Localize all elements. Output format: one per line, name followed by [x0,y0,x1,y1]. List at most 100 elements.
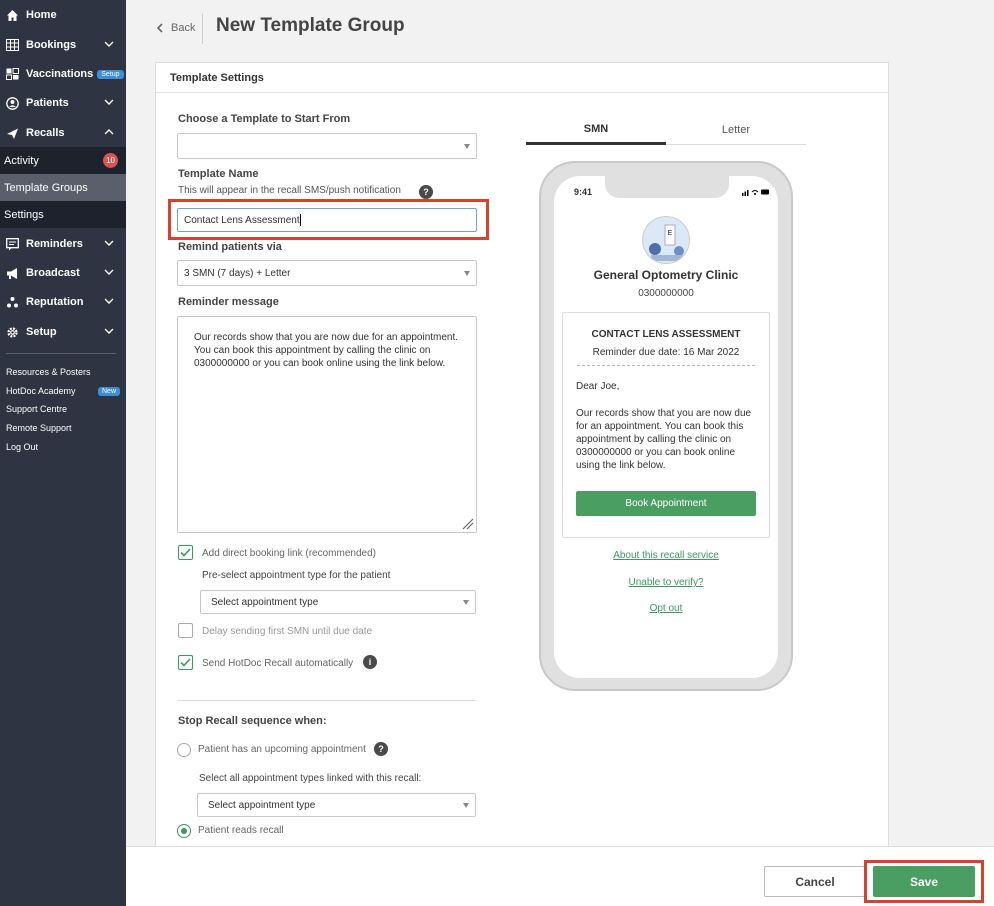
sidebar-item-vaccinations[interactable]: Vaccinations Setup [0,61,126,87]
sidebar-item-home[interactable]: Home [0,2,126,28]
choose-template-select[interactable] [177,133,477,159]
sidebar-sub-template-groups[interactable]: Template Groups [0,174,126,201]
check-icon [180,658,191,667]
chevron-up-icon [104,129,114,135]
gear-icon [5,325,20,340]
template-name-input[interactable]: Contact Lens Assessment [177,208,477,232]
select-types-label: Select all appointment types linked with… [199,773,422,784]
card-title: Template Settings [156,63,888,93]
clinic-name: General Optometry Clinic [593,268,739,282]
check-icon [180,548,191,557]
chevron-down-icon [104,298,114,304]
chevron-left-icon [156,23,163,33]
sidebar-item-label: Bookings [26,39,77,51]
chevron-down-icon [104,328,114,334]
sidebar-item-label: Template Groups [4,181,88,194]
template-name-help: This will appear in the recall SMS/push … [178,185,401,196]
setup-tag: Setup [97,69,124,79]
sidebar-item-broadcast[interactable]: Broadcast [0,260,126,286]
preselect-value: Select appointment type [211,596,319,608]
message-card: CONTACT LENS ASSESSMENT Reminder due dat… [562,312,770,538]
sidebar-item-label: Activity [4,154,39,167]
stop-upcoming-label: Patient has an upcoming appointment [198,744,366,755]
link-support-centre[interactable]: Support Centre [6,404,67,414]
remind-via-value: 3 SMN (7 days) + Letter [184,267,291,279]
chevron-down-icon [104,240,114,246]
tab-smn[interactable]: SMN [526,115,666,145]
reminder-message-textarea[interactable]: Our records show that you are now due fo… [177,316,477,533]
sidebar-item-label: Settings [4,208,44,221]
select-types-select[interactable]: Select appointment type [197,793,476,817]
link-resources-posters[interactable]: Resources & Posters [6,367,91,377]
caret-down-icon [463,600,469,605]
link-hotdoc-academy[interactable]: HotDoc Academy New [6,386,121,396]
chevron-down-icon [104,99,114,105]
send-icon [5,126,20,141]
sidebar-item-label: Vaccinations [26,68,94,80]
delay-first-smn-label: Delay sending first SMN until due date [202,626,373,637]
sidebar-sub-settings[interactable]: Settings [0,201,126,228]
message-body: Our records show that you are now due fo… [576,408,752,471]
sidebar-item-reminders[interactable]: Reminders [0,231,126,257]
caret-down-icon [463,803,469,808]
back-label: Back [171,22,196,34]
remind-via-label: Remind patients via [178,241,282,253]
caret-down-icon [464,271,470,276]
resize-handle-icon[interactable] [462,518,474,530]
select-types-value: Select appointment type [208,799,316,811]
sidebar-item-setup[interactable]: Setup [0,319,126,345]
sidebar-item-label: Home [26,9,57,21]
message-title: CONTACT LENS ASSESSMENT [591,329,741,340]
sidebar-sub-activity[interactable]: Activity 10 [0,147,126,174]
new-tag: New [98,387,121,396]
template-settings-card: Template Settings Choose a Template to S… [155,62,889,862]
sidebar-item-patients[interactable]: Patients [0,90,126,116]
preselect-appointment-select[interactable]: Select appointment type [200,590,476,614]
add-booking-link-label: Add direct booking link (recommended) [202,548,376,559]
tab-letter[interactable]: Letter [666,115,806,145]
sidebar-item-label: Setup [26,326,57,338]
unable-verify-link[interactable]: Unable to verify? [554,577,778,588]
activity-count-badge: 10 [103,153,118,168]
clinic-logo: E [642,216,690,264]
link-log-out[interactable]: Log Out [6,442,38,452]
message-due-date: Reminder due date: 16 Mar 2022 [592,347,740,358]
phone-screen: 9:41 E General Optometry Clinic 03000000… [554,176,778,678]
help-icon[interactable]: ? [374,742,388,756]
cancel-button[interactable]: Cancel [764,866,866,897]
book-appointment-button[interactable]: Book Appointment [576,491,756,516]
add-booking-link-checkbox[interactable] [178,545,193,560]
phone-notch [605,176,729,198]
vaccine-icon [5,67,20,82]
sidebar-item-label: Recalls [26,127,65,139]
footer-bar: Cancel Save [126,846,994,906]
status-time: 9:41 [574,187,593,197]
remind-via-select[interactable]: 3 SMN (7 days) + Letter [177,260,477,286]
stop-reads-radio[interactable] [177,824,191,838]
sidebar-item-reputation[interactable]: Reputation [0,289,126,315]
opt-out-link[interactable]: Opt out [554,603,778,614]
chevron-down-icon [104,41,114,47]
home-icon [5,8,20,23]
reputation-icon [5,295,20,310]
send-auto-checkbox[interactable] [178,655,193,670]
template-name-value: Contact Lens Assessment [184,214,300,226]
stop-upcoming-radio[interactable] [177,743,191,757]
link-remote-support[interactable]: Remote Support [6,423,72,433]
about-recall-link[interactable]: About this recall service [554,550,778,561]
sidebar-item-recalls[interactable]: Recalls [0,120,126,146]
message-greeting: Dear Joe, [576,381,620,392]
help-icon[interactable]: ? [419,185,433,199]
choose-template-label: Choose a Template to Start From [178,113,351,125]
save-button[interactable]: Save [873,866,975,897]
message-divider [577,365,755,366]
reminder-icon [5,237,20,252]
page-title: New Template Group [216,15,405,36]
delay-first-smn-checkbox[interactable] [178,623,193,638]
back-button[interactable]: Back [156,22,195,34]
clinic-phone: 0300000000 [638,288,694,299]
link-label: HotDoc Academy [6,386,76,396]
sidebar-item-bookings[interactable]: Bookings [0,32,126,58]
info-icon[interactable]: i [363,655,377,669]
section-divider [177,700,475,701]
